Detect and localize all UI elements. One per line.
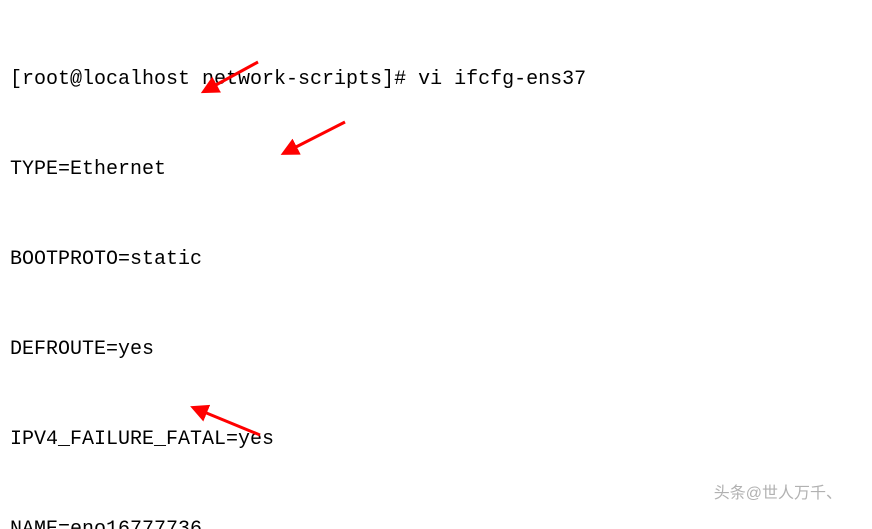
config-line-defroute: DEFROUTE=yes xyxy=(10,335,872,365)
config-line-type: TYPE=Ethernet xyxy=(10,155,872,185)
config-line-name: NAME=eno16777736 xyxy=(10,515,872,529)
terminal-window[interactable]: [root@localhost network-scripts]# vi ifc… xyxy=(0,0,872,529)
prompt-line: [root@localhost network-scripts]# vi ifc… xyxy=(10,65,872,95)
config-line-ipv4fail: IPV4_FAILURE_FATAL=yes xyxy=(10,425,872,455)
watermark-text: 头条@世人万千、 xyxy=(714,479,842,509)
config-line-bootproto: BOOTPROTO=static xyxy=(10,245,872,275)
